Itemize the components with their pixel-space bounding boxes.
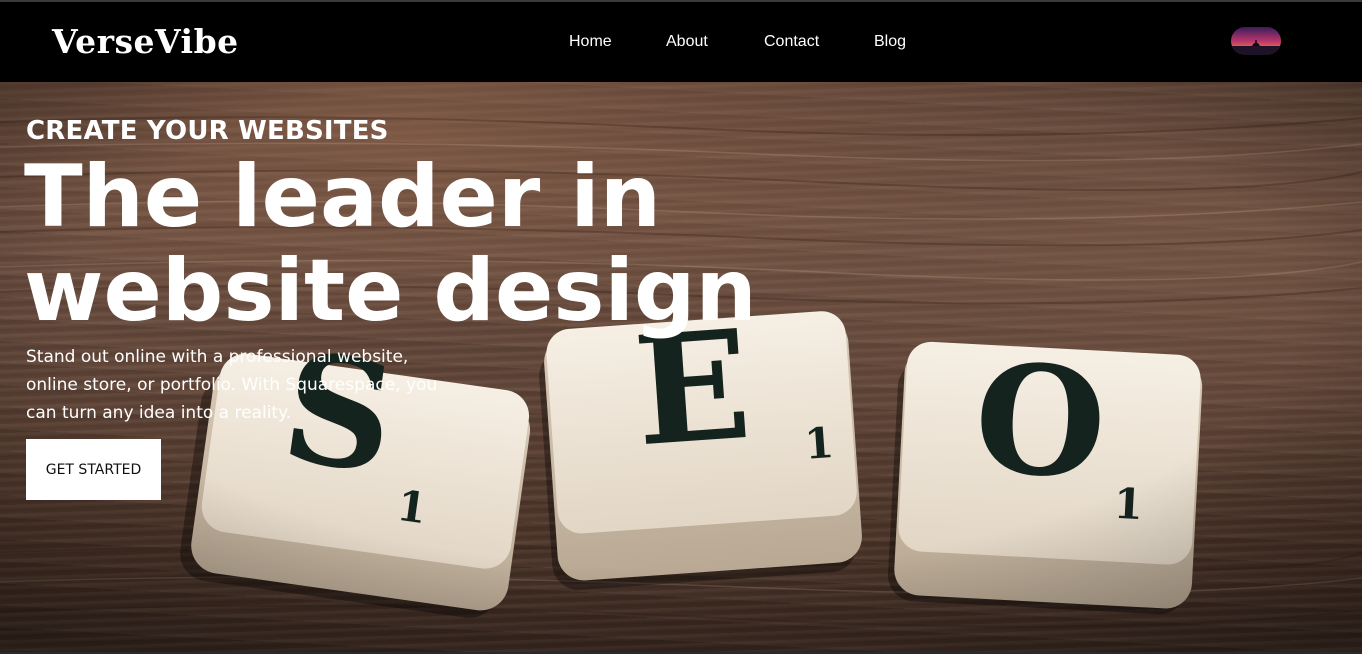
hero-subtext: Stand out online with a professional web… (26, 347, 438, 423)
hero-eyebrow: CREATE YOUR WEBSITES (26, 116, 389, 146)
nav-about-link[interactable]: About (666, 33, 708, 51)
nav-blog-link[interactable]: Blog (874, 33, 906, 51)
brand-logo[interactable]: VerseVibe (52, 22, 239, 61)
hero-section: S 1 E 1 O 1 CREATE YOUR WEBSITES The lea… (0, 82, 1362, 654)
profile-avatar[interactable] (1231, 27, 1281, 55)
get-started-button[interactable]: GET STARTED (26, 439, 161, 500)
avatar-image (1231, 27, 1281, 55)
nav-contact-link[interactable]: Contact (764, 33, 819, 51)
hero-headline: The leader in website design (24, 147, 757, 341)
nav-home-link[interactable]: Home (569, 33, 612, 51)
navbar: VerseVibe Home About Contact Blog (0, 2, 1362, 82)
